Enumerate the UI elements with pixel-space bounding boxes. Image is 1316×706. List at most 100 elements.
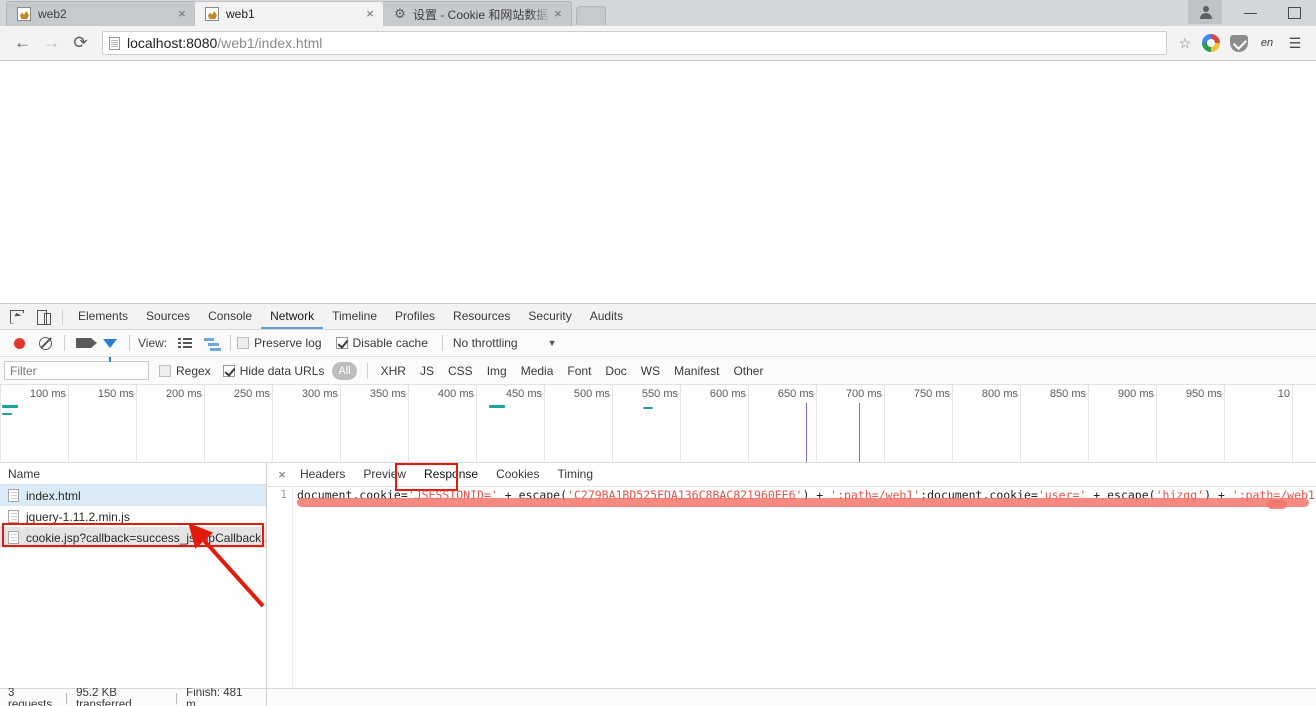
filter-type-xhr[interactable]: XHR — [374, 364, 413, 378]
tab-resources[interactable]: Resources — [444, 304, 519, 329]
reload-button[interactable]: ⟳ — [66, 29, 95, 58]
list-view-icon[interactable] — [172, 331, 198, 355]
preserve-log-checkbox[interactable]: Preserve log — [237, 336, 321, 350]
request-list-header: Name — [0, 463, 266, 485]
menu-icon[interactable]: ☰ — [1282, 30, 1308, 56]
regex-checkbox[interactable]: Regex — [159, 364, 211, 378]
throttling-select[interactable]: No throttling — [453, 336, 518, 350]
tab-sources[interactable]: Sources — [137, 304, 199, 329]
network-filter-bar: Regex Hide data URLs All XHR JS CSS Img … — [0, 357, 1316, 385]
status-left-group: 3 requests | 95.2 KB transferred | Finis… — [0, 689, 267, 706]
disable-cache-label: Disable cache — [353, 336, 428, 350]
tab-network[interactable]: Network — [261, 304, 323, 329]
pocket-icon[interactable] — [1226, 30, 1252, 56]
capture-screenshots-icon[interactable] — [71, 331, 97, 355]
filter-type-img[interactable]: Img — [480, 364, 514, 378]
site-favicon-icon — [17, 7, 31, 21]
browser-tab-web2[interactable]: web2 × — [6, 1, 196, 26]
timeline-tick: 10 — [1278, 388, 1290, 400]
disable-cache-checkbox[interactable]: Disable cache — [336, 336, 428, 350]
network-timeline-ruler[interactable]: 50 ms 100 ms 150 ms 200 ms 250 ms 300 ms… — [0, 385, 1316, 463]
close-icon[interactable]: × — [551, 7, 565, 21]
filter-type-js[interactable]: JS — [413, 364, 441, 378]
inspect-element-icon[interactable] — [4, 305, 30, 329]
tab-security[interactable]: Security — [519, 304, 580, 329]
request-row-index-html[interactable]: index.html — [0, 485, 266, 506]
back-button[interactable]: ← — [8, 29, 37, 58]
script-file-icon — [8, 531, 19, 544]
minimize-button[interactable] — [1228, 0, 1272, 26]
request-name: jquery-1.11.2.min.js — [26, 510, 130, 524]
forward-button[interactable]: → — [37, 29, 66, 58]
filter-type-font[interactable]: Font — [560, 364, 598, 378]
status-transferred: 95.2 KB transferred — [68, 687, 175, 706]
language-translate-icon[interactable]: en — [1254, 30, 1280, 56]
hide-data-urls-checkbox[interactable]: Hide data URLs — [223, 364, 325, 378]
request-detail-panel: × Headers Preview Response Cookies Timin… — [267, 463, 1316, 688]
tab-console[interactable]: Console — [199, 304, 261, 329]
browser-window: web2 × web1 × ⚙ 设置 - Cookie 和网站数据 × ← → … — [0, 0, 1316, 303]
browser-tab-settings-cookies[interactable]: ⚙ 设置 - Cookie 和网站数据 × — [382, 1, 572, 26]
timeline-tick: 100 ms — [30, 388, 66, 400]
annotation-highlight-underline — [1267, 500, 1287, 509]
timeline-tick: 400 ms — [438, 388, 474, 400]
request-row-jquery[interactable]: jquery-1.11.2.min.js — [0, 506, 266, 527]
request-row-cookie-jsp[interactable]: cookie.jsp?callback=success_jsonpCallbac… — [0, 527, 266, 548]
filter-input[interactable] — [4, 361, 149, 380]
divider — [367, 363, 368, 379]
new-tab-button[interactable] — [576, 6, 606, 25]
chrome-logo-icon[interactable] — [1198, 30, 1224, 56]
record-button[interactable] — [6, 331, 32, 355]
filter-type-all[interactable]: All — [332, 362, 356, 380]
filter-type-doc[interactable]: Doc — [598, 364, 633, 378]
detail-tab-headers[interactable]: Headers — [291, 463, 354, 486]
browser-tab-web1[interactable]: web1 × — [194, 1, 384, 26]
gutter-divider — [292, 487, 293, 688]
filter-type-other[interactable]: Other — [726, 364, 770, 378]
filter-type-css[interactable]: CSS — [441, 364, 480, 378]
detail-tab-timing[interactable]: Timing — [548, 463, 602, 486]
checkbox-box — [336, 337, 348, 349]
tab-audits[interactable]: Audits — [581, 304, 632, 329]
bookmark-star-icon[interactable]: ☆ — [1174, 32, 1196, 54]
maximize-button[interactable] — [1272, 0, 1316, 26]
detail-tab-preview[interactable]: Preview — [354, 463, 415, 486]
checkbox-box — [237, 337, 249, 349]
device-toolbar-icon[interactable] — [30, 305, 56, 329]
filter-type-ws[interactable]: WS — [634, 364, 667, 378]
request-list-panel: Name index.html jquery-1.11.2.min.js coo… — [0, 463, 267, 688]
hide-data-urls-label: Hide data URLs — [240, 364, 325, 378]
request-list: index.html jquery-1.11.2.min.js cookie.j… — [0, 485, 266, 688]
filter-type-media[interactable]: Media — [514, 364, 561, 378]
document-file-icon — [8, 489, 19, 502]
network-content-split: Name index.html jquery-1.11.2.min.js coo… — [0, 463, 1316, 688]
page-info-icon[interactable] — [109, 37, 120, 50]
profile-avatar-icon[interactable] — [1188, 0, 1222, 24]
timeline-tick: 200 ms — [166, 388, 202, 400]
timeline-tick: 700 ms — [846, 388, 882, 400]
timeline-tick: 800 ms — [982, 388, 1018, 400]
timeline-tick: 850 ms — [1050, 388, 1086, 400]
clear-button[interactable] — [32, 331, 58, 355]
detail-tab-response[interactable]: Response — [415, 463, 487, 486]
tab-elements[interactable]: Elements — [69, 304, 137, 329]
timeline-tick: 650 ms — [778, 388, 814, 400]
close-icon[interactable]: × — [175, 7, 189, 21]
waterfall-view-icon[interactable] — [198, 331, 224, 355]
close-icon[interactable]: × — [363, 7, 377, 21]
divider — [230, 335, 231, 351]
filter-type-manifest[interactable]: Manifest — [667, 364, 726, 378]
tab-title: web2 — [38, 7, 175, 21]
tab-timeline[interactable]: Timeline — [323, 304, 386, 329]
response-body-viewer[interactable]: 1 document.cookie='JSESSIONID=' + escape… — [267, 487, 1316, 688]
devtools-panel: Elements Sources Console Network Timelin… — [0, 303, 1316, 706]
close-icon[interactable]: × — [273, 467, 291, 482]
filter-icon[interactable] — [97, 331, 123, 355]
view-label: View: — [138, 336, 167, 350]
address-bar[interactable]: localhost:8080/web1/index.html — [102, 31, 1167, 55]
network-toolbar: View: Preserve log Disable cache No thro… — [0, 330, 1316, 357]
detail-tab-cookies[interactable]: Cookies — [487, 463, 548, 486]
chevron-down-icon[interactable]: ▼ — [548, 338, 557, 348]
tab-profiles[interactable]: Profiles — [386, 304, 444, 329]
request-timing-marker — [489, 405, 505, 408]
